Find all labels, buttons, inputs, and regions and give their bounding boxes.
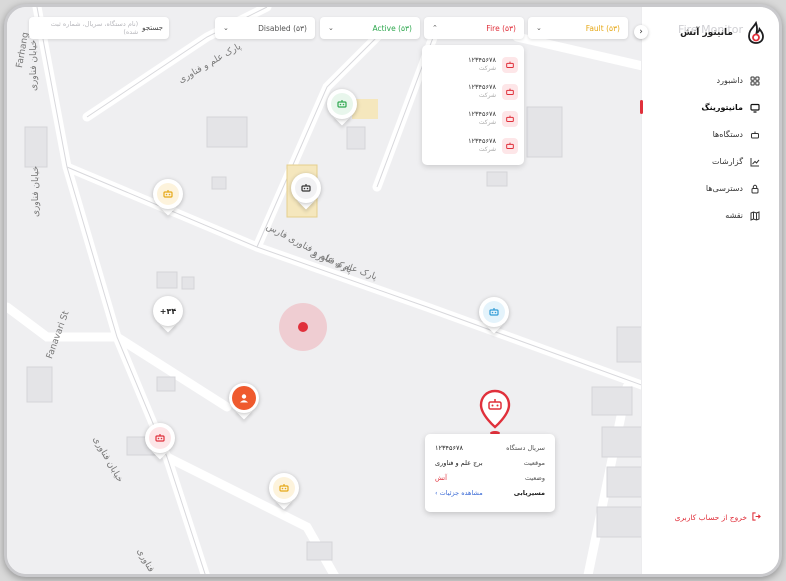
search-placeholder: (نام دستگاه، سریال، شماره ثبت شده) — [50, 20, 139, 36]
map-icon — [749, 210, 761, 222]
device-marker-fault[interactable] — [269, 473, 299, 511]
sidebar-item-label: گزارشات — [712, 157, 743, 166]
device-serial: ۱۲۳۴۵۶۷۸ — [468, 56, 496, 65]
street-label: خیابان فناوری — [31, 165, 41, 217]
monitor-icon — [749, 102, 761, 114]
sidebar-item-label: داشبورد — [716, 76, 743, 85]
status-value: آتش — [435, 473, 447, 482]
dropdown-item[interactable]: ۱۲۳۴۵۶۷۸ شرکت — [428, 51, 518, 78]
sidebar-item-permissions[interactable]: دسترسی‌ها — [641, 175, 779, 202]
flame-logo-icon — [748, 21, 764, 44]
logout-button[interactable]: خروج از حساب کاربری — [675, 512, 761, 523]
chart-icon — [749, 156, 761, 168]
sidebar-item-label: نقشه — [725, 211, 743, 220]
chevron-up-icon: ⌃ — [432, 24, 438, 32]
dropdown-item[interactable]: ۱۲۳۴۵۶۷۸ شرکت — [428, 132, 518, 159]
dropdown-item[interactable]: ۱۲۳۴۵۶۷۸ شرکت — [428, 78, 518, 105]
location-value: برج علم و فناوری — [435, 458, 483, 467]
fire-devices-dropdown: ۱۲۳۴۵۶۷۸ شرکت ۱۲۳۴۵۶۷۸ شرکت ۱۲۳۴۵۶۷۸ شرکت ۱… — [422, 45, 524, 165]
dashboard-icon — [749, 75, 761, 87]
device-icon — [149, 427, 171, 449]
device-marker-info[interactable] — [479, 297, 509, 335]
selected-device-pin[interactable] — [478, 389, 512, 437]
device-icon — [502, 110, 518, 127]
sidebar-item-label: مانیتورینگ — [701, 103, 743, 112]
filter-disabled[interactable]: ⌄ Disabled (۵۳) — [215, 17, 315, 39]
filter-disabled-label: Disabled — [258, 23, 291, 33]
lock-icon — [749, 183, 761, 195]
alarm-dot — [298, 322, 308, 332]
filter-active-label: Active — [372, 23, 396, 33]
collapse-sidebar-button[interactable]: › — [634, 25, 648, 39]
brand-name-fa: مانیتور آتش — [680, 28, 733, 38]
cluster-count: +۳۴ — [159, 306, 177, 316]
logout-icon — [752, 512, 761, 523]
device-company: شرکت — [478, 64, 496, 72]
status-label: وضعیت — [524, 473, 545, 482]
serial-label: سریال دستگاه — [506, 443, 545, 452]
sidebar-item-monitoring[interactable]: مانیتورینگ — [640, 94, 779, 121]
chevron-down-icon: ⌄ — [223, 24, 229, 32]
filter-fault[interactable]: ⌄ Fault (۵۳) — [528, 17, 628, 39]
device-marker-fault[interactable] — [153, 179, 183, 217]
device-info-card: سریال دستگاه ۱۲۳۴۵۶۷۸ موقعیت برج علم و فنا… — [425, 434, 555, 512]
filter-fire-count: (۵۳) — [502, 23, 516, 33]
device-serial: ۱۲۳۴۵۶۷۸ — [468, 83, 496, 92]
device-marker-disabled[interactable] — [291, 173, 321, 211]
device-icon — [273, 477, 295, 499]
app-window: خیابان فناوری خیابان فناوری Fanavari St … — [4, 4, 782, 577]
device-icon — [483, 301, 505, 323]
device-icon — [502, 83, 518, 100]
sidebar: › Fire Monitor مانیتور آتش داشبورد مانیت… — [634, 7, 779, 574]
chevron-down-icon: ⌄ — [328, 24, 334, 32]
device-serial: ۱۲۳۴۵۶۷۸ — [468, 137, 496, 146]
device-company: شرکت — [478, 91, 496, 99]
device-icon — [749, 129, 761, 141]
street-label: خیابان فناوری — [29, 39, 39, 91]
device-icon — [331, 93, 353, 115]
filter-active-count: (۵۳) — [398, 23, 412, 33]
filter-fault-label: Fault — [585, 23, 604, 33]
sidebar-item-label: دسترسی‌ها — [705, 184, 743, 193]
search-input[interactable]: جستجو (نام دستگاه، سریال، شماره ثبت شده) — [29, 17, 169, 39]
device-icon — [502, 56, 518, 73]
route-button[interactable]: مسیریابی — [514, 489, 545, 497]
device-icon — [157, 183, 179, 205]
filter-active[interactable]: ⌄ Active (۵۳) — [320, 17, 420, 39]
chevron-down-icon: ⌄ — [536, 24, 542, 32]
filter-fault-count: (۵۳) — [606, 23, 620, 33]
device-marker-fire[interactable] — [145, 423, 175, 461]
sidebar-item-reports[interactable]: گزارشات — [641, 148, 779, 175]
device-icon — [502, 137, 518, 154]
search-label: جستجو — [142, 24, 163, 32]
sidebar-item-dashboard[interactable]: داشبورد — [641, 67, 779, 94]
logout-label: خروج از حساب کاربری — [674, 513, 747, 522]
brand: مانیتور آتش — [680, 21, 767, 45]
device-icon — [295, 177, 317, 199]
sidebar-nav: داشبورد مانیتورینگ دستگاه‌ها گزارشات دست… — [640, 67, 779, 229]
device-company: شرکت — [478, 145, 496, 153]
location-label: موقعیت — [523, 458, 545, 467]
location-pin-icon — [479, 389, 511, 435]
filter-disabled-count: (۵۳) — [293, 23, 307, 33]
dropdown-item[interactable]: ۱۲۳۴۵۶۷۸ شرکت — [428, 105, 518, 132]
person-icon — [232, 386, 256, 410]
details-link[interactable]: مشاهده جزئیات › — [435, 489, 483, 497]
device-cluster-marker[interactable]: +۳۴ — [153, 296, 183, 334]
device-marker-active[interactable] — [327, 89, 357, 127]
alarm-pulse-marker[interactable] — [279, 303, 327, 351]
filter-fire[interactable]: ⌃ Fire (۵۳) — [424, 17, 524, 39]
user-marker[interactable] — [229, 383, 259, 421]
device-serial: ۱۲۳۴۵۶۷۸ — [468, 110, 496, 119]
sidebar-item-devices[interactable]: دستگاه‌ها — [641, 121, 779, 148]
filter-fire-label: Fire — [486, 23, 500, 33]
serial-value: ۱۲۳۴۵۶۷۸ — [435, 443, 463, 452]
map-canvas[interactable]: خیابان فناوری خیابان فناوری Fanavari St … — [7, 7, 647, 574]
chevron-right-icon: › — [639, 27, 643, 37]
device-company: شرکت — [478, 118, 496, 126]
sidebar-item-map[interactable]: نقشه — [641, 202, 779, 229]
sidebar-item-label: دستگاه‌ها — [712, 130, 743, 139]
